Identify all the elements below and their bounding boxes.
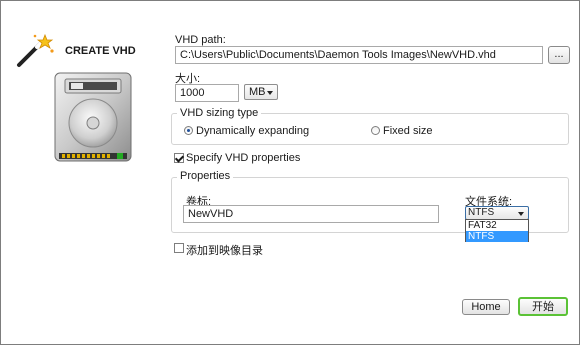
size-unit-select[interactable]: MB [244, 84, 278, 100]
dynamic-radio[interactable] [184, 126, 193, 135]
home-button[interactable]: Home [462, 299, 510, 315]
size-unit-value: MB [249, 86, 266, 98]
volume-label-input[interactable]: NewVHD [183, 205, 439, 223]
magic-wand-icon [17, 33, 54, 67]
fixed-radio-label[interactable]: Fixed size [383, 125, 433, 137]
filesystem-dropdown-list[interactable]: FAT32 NTFS [465, 219, 529, 242]
vhd-path-input[interactable]: C:\Users\Public\Documents\Daemon Tools I… [175, 46, 543, 64]
dialog-window: CREATE VHD VHD path: C:\Users\Public\Doc… [0, 0, 580, 345]
vhd-path-label: VHD path: [175, 34, 226, 46]
filesystem-value: NTFS [468, 207, 495, 218]
add-to-catalog-checkbox[interactable] [174, 243, 184, 253]
browse-button[interactable]: ... [548, 46, 570, 64]
hard-disk-icon [54, 72, 132, 162]
size-input[interactable]: 1000 [175, 84, 239, 102]
fixed-radio[interactable] [371, 126, 380, 135]
start-button[interactable]: 开始 [518, 297, 568, 316]
sizing-type-legend: VHD sizing type [177, 107, 262, 119]
specify-properties-label[interactable]: Specify VHD properties [186, 152, 300, 164]
properties-legend: Properties [177, 170, 234, 182]
page-title: CREATE VHD [65, 45, 136, 57]
chevron-down-icon [518, 212, 524, 216]
filesystem-select[interactable]: NTFS [465, 206, 529, 220]
filesystem-option-ntfs[interactable]: NTFS [466, 231, 528, 242]
dynamic-radio-label[interactable]: Dynamically expanding [196, 125, 309, 137]
add-to-catalog-label[interactable]: 添加到映像目录 [186, 242, 263, 258]
specify-properties-checkbox[interactable] [174, 153, 184, 163]
chevron-down-icon [267, 91, 273, 95]
filesystem-option-fat32[interactable]: FAT32 [466, 220, 528, 231]
